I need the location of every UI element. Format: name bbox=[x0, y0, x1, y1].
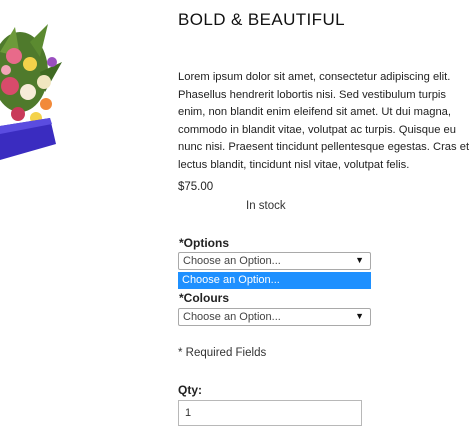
product-description: Lorem ipsum dolor sit amet, consectetur … bbox=[178, 71, 470, 171]
colours-label-text: Colours bbox=[183, 291, 230, 305]
options-select[interactable]: Choose an Option... ▼ bbox=[178, 252, 371, 270]
options-select-value: Choose an Option... bbox=[183, 255, 281, 267]
required-fields-note: * Required Fields bbox=[178, 347, 267, 359]
product-title: BOLD & BEAUTIFUL bbox=[178, 10, 345, 29]
colours-select[interactable]: Choose an Option... ▼ bbox=[178, 308, 371, 326]
options-label: *Options bbox=[179, 236, 229, 250]
qty-input[interactable]: 1 bbox=[178, 400, 362, 426]
product-image bbox=[0, 22, 62, 170]
colours-select-value: Choose an Option... bbox=[183, 311, 281, 323]
chevron-down-icon: ▼ bbox=[355, 311, 364, 321]
product-price: $75.00 bbox=[178, 181, 214, 193]
stock-status: In stock bbox=[246, 200, 286, 212]
chevron-down-icon: ▼ bbox=[355, 255, 364, 265]
options-dropdown-option-highlighted[interactable]: Choose an Option... bbox=[178, 272, 371, 289]
colours-label: *Colours bbox=[179, 291, 229, 305]
options-label-text: Options bbox=[183, 236, 229, 250]
qty-label: Qty: bbox=[178, 383, 202, 397]
flower-bouquet-image bbox=[0, 24, 62, 160]
